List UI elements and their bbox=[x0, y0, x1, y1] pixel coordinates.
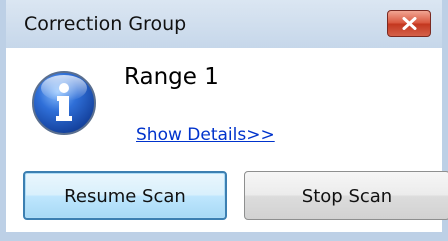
window-title: Correction Group bbox=[24, 13, 187, 35]
resume-scan-button[interactable]: Resume Scan bbox=[23, 171, 227, 220]
close-button[interactable] bbox=[387, 10, 431, 37]
stop-scan-button[interactable]: Stop Scan bbox=[244, 171, 448, 220]
message-text: Range 1 bbox=[124, 64, 219, 90]
title-bar[interactable]: Correction Group bbox=[6, 0, 442, 48]
close-icon bbox=[402, 17, 417, 30]
show-details-link[interactable]: Show Details>> bbox=[136, 124, 275, 146]
info-icon bbox=[32, 71, 96, 135]
correction-group-dialog: Correction Group Range 1 Show Details>> … bbox=[0, 0, 448, 241]
